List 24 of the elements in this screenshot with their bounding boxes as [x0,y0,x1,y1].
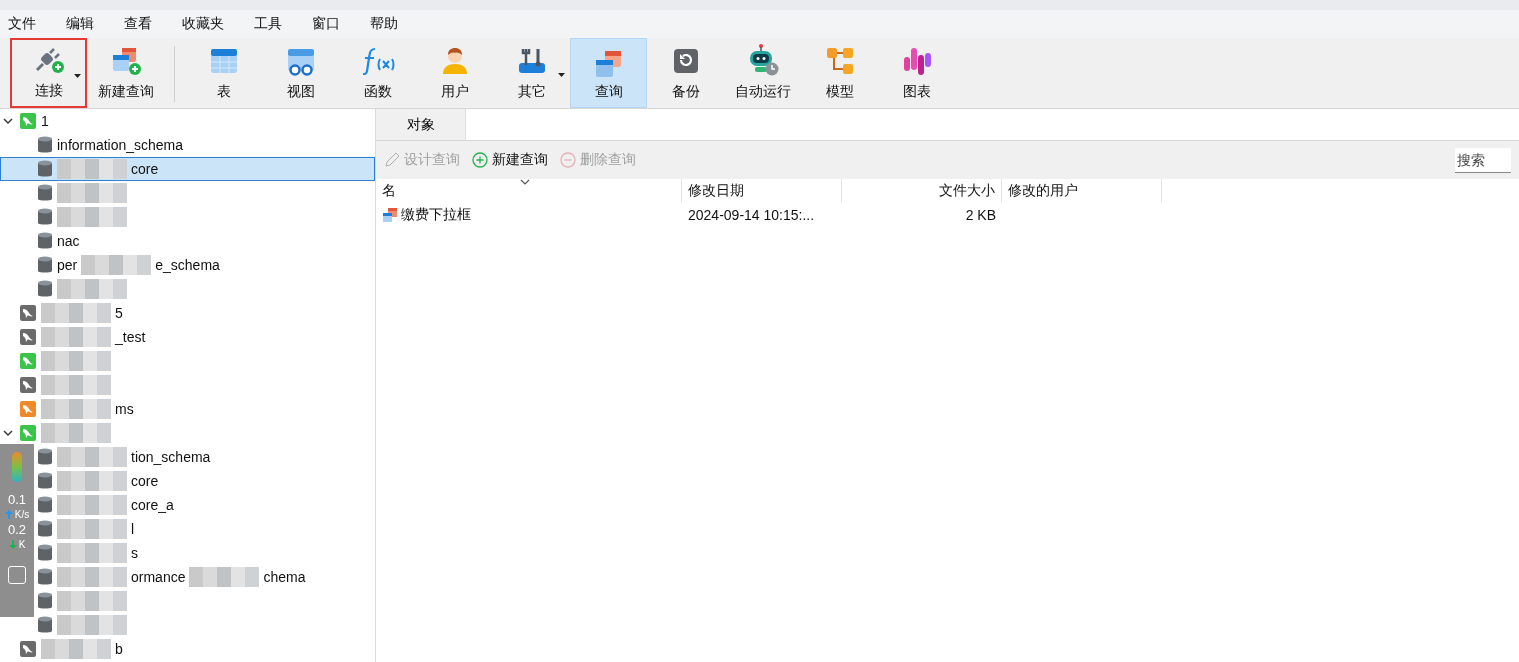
tree-label: core [131,473,159,489]
tree-label: _test [115,329,146,345]
tree-label: per [57,257,78,273]
tree-label: 5 [115,305,123,321]
tree-label: ms [115,401,134,417]
download-rate: 0.2 [7,522,27,537]
tree-label: information_schema [57,137,184,153]
tree-label: chema [263,569,306,585]
tree-label: tion_schema [131,449,211,465]
tree-label: nac [57,233,80,249]
tree-label: core [131,161,159,177]
table-cell-text: 2024-09-14 10:15:... [687,207,816,223]
tree-label: core_a [131,497,174,513]
tree-label: b [115,641,123,657]
upload-rate: 0.1 [7,492,27,507]
table-cell-text: 2 KB [964,207,997,223]
tree-label: l [131,521,135,537]
tree-label: e_schema [155,257,220,273]
upload-unit: K/s [14,509,30,520]
download-unit: K [18,539,26,550]
tree-label: s [131,545,138,561]
tree-label: ormance [131,569,186,585]
table-cell: 缴费下拉框 [376,206,682,224]
tree-label: 1 [41,113,49,129]
